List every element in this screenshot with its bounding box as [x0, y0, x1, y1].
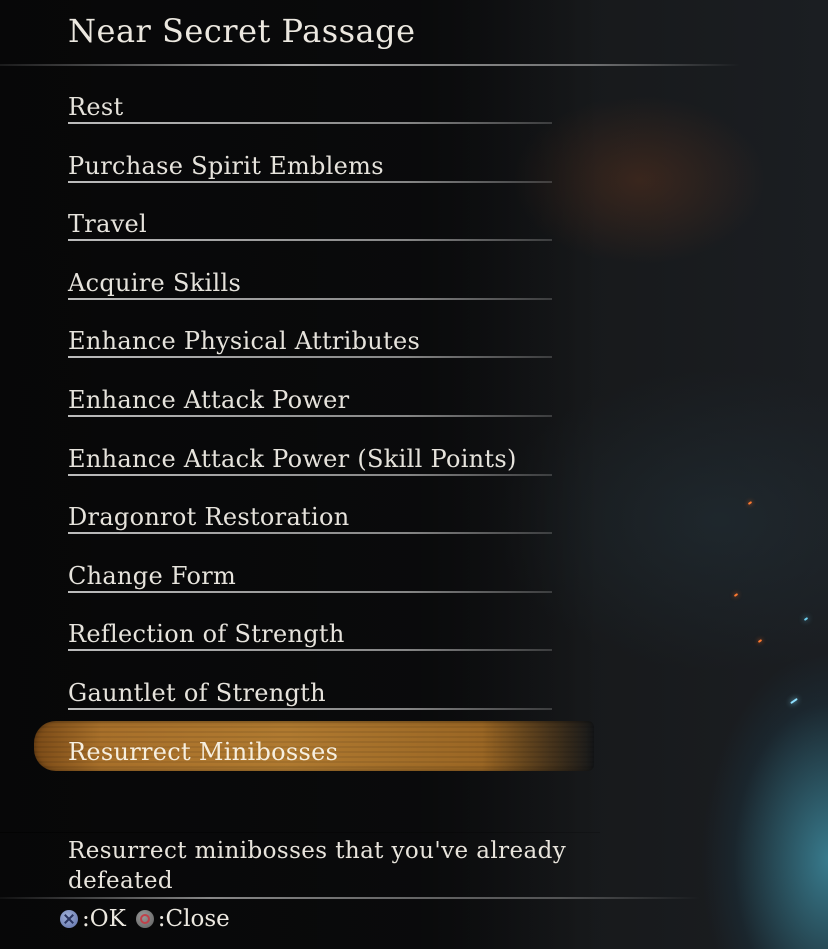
menu-item-dragonrot-restoration[interactable]: Dragonrot Restoration: [68, 498, 552, 557]
close-prompt-label[interactable]: :Close: [158, 906, 230, 932]
button-prompts: :OK :Close: [60, 906, 230, 932]
footer-divider: [0, 897, 700, 899]
menu-item-label: Change Form: [68, 561, 237, 590]
ok-prompt-label[interactable]: :OK: [82, 906, 126, 932]
menu-item-label: Resurrect Minibosses: [68, 737, 339, 766]
menu-item-travel[interactable]: Travel: [68, 205, 552, 264]
menu-item-label: Acquire Skills: [68, 268, 242, 297]
menu-item-enhance-attack-power[interactable]: Enhance Attack Power: [68, 381, 552, 440]
description-divider: [0, 832, 600, 833]
menu-item-label: Reflection of Strength: [68, 620, 345, 649]
title-divider: [0, 64, 740, 66]
menu-item-rest[interactable]: Rest: [68, 88, 552, 147]
menu-item-label: Dragonrot Restoration: [68, 503, 350, 532]
menu-item-label: Travel: [68, 210, 148, 239]
cross-button-icon: [60, 910, 78, 928]
menu-item-reflection-of-strength[interactable]: Reflection of Strength: [68, 615, 552, 674]
item-description: Resurrect minibosses that you've already…: [68, 838, 567, 894]
menu-item-change-form[interactable]: Change Form: [68, 557, 552, 616]
menu-item-label: Gauntlet of Strength: [68, 678, 326, 707]
menu-item-label: Enhance Physical Attributes: [68, 327, 421, 356]
sculptors-idol-menu: Rest Purchase Spirit Emblems Travel Acqu…: [34, 88, 594, 792]
menu-item-label: Purchase Spirit Emblems: [68, 151, 384, 180]
menu-title: Near Secret Passage: [68, 12, 416, 50]
menu-item-enhance-attack-power-skill-points[interactable]: Enhance Attack Power (Skill Points): [68, 440, 552, 499]
menu-item-label: Enhance Attack Power (Skill Points): [68, 444, 517, 473]
menu-item-enhance-physical-attributes[interactable]: Enhance Physical Attributes: [68, 322, 552, 381]
menu-item-label: Rest: [68, 93, 124, 121]
menu-item-resurrect-minibosses[interactable]: Resurrect Minibosses: [34, 720, 594, 792]
menu-item-acquire-skills[interactable]: Acquire Skills: [68, 264, 552, 323]
menu-item-purchase-spirit-emblems[interactable]: Purchase Spirit Emblems: [68, 147, 552, 206]
menu-item-label: Enhance Attack Power: [68, 385, 350, 414]
circle-button-icon: [135, 910, 154, 928]
